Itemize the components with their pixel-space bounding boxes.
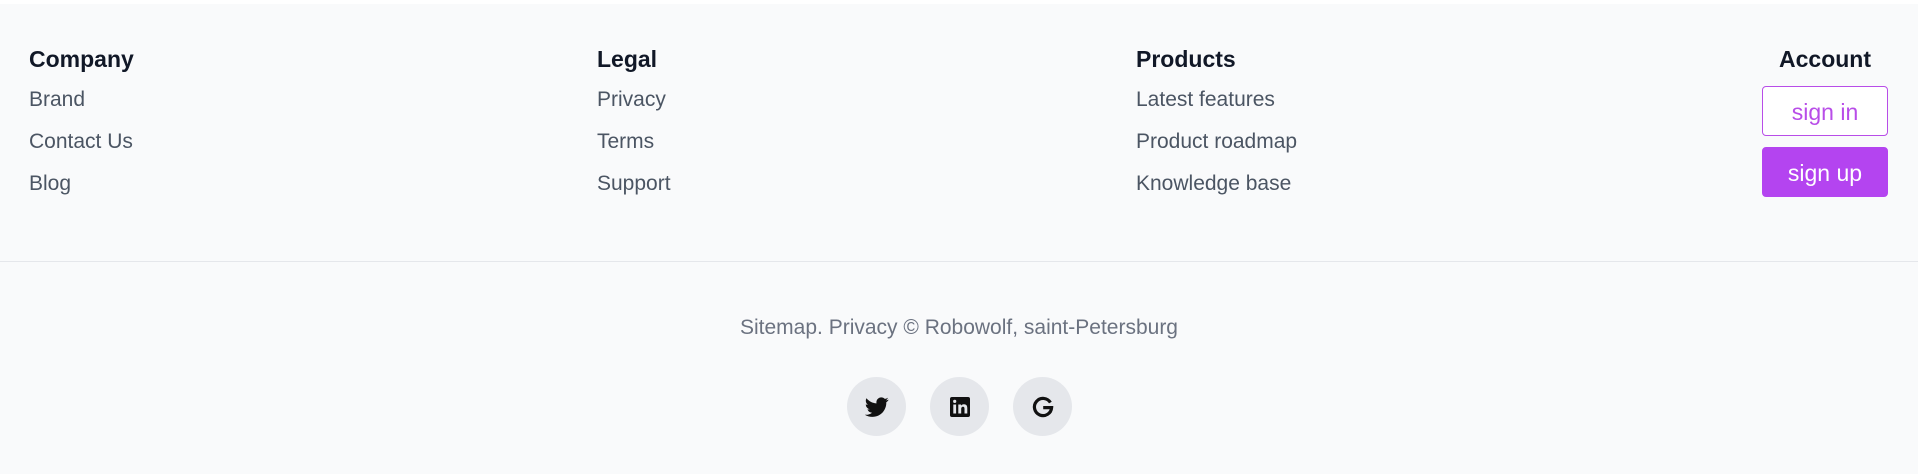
column-title: Company (29, 46, 134, 72)
linkedin-icon (949, 396, 970, 417)
link-terms[interactable]: Terms (597, 128, 671, 156)
sign-up-button[interactable]: sign up (1762, 147, 1888, 197)
column-title: Products (1136, 46, 1236, 72)
google-link[interactable] (1013, 377, 1072, 436)
site-footer: Company Brand Contact Us Blog Legal Priv… (0, 4, 1918, 474)
footer-column-account: Account sign in sign up (1762, 44, 1888, 197)
link-contact-us[interactable]: Contact Us (29, 128, 134, 156)
social-links (847, 377, 1072, 436)
link-product-roadmap[interactable]: Product roadmap (1136, 128, 1297, 156)
footer-divider (0, 261, 1918, 262)
link-knowledge-base[interactable]: Knowledge base (1136, 170, 1297, 198)
footer-column-company: Company Brand Contact Us Blog (29, 44, 134, 212)
column-title: Account (1779, 46, 1871, 72)
link-support[interactable]: Support (597, 170, 671, 198)
link-latest-features[interactable]: Latest features (1136, 86, 1297, 114)
sign-in-button[interactable]: sign in (1762, 86, 1888, 136)
link-blog[interactable]: Blog (29, 170, 134, 198)
footer-column-products: Products Latest features Product roadmap… (1136, 44, 1297, 212)
google-icon (1032, 396, 1053, 417)
twitter-link[interactable] (847, 377, 906, 436)
linkedin-link[interactable] (930, 377, 989, 436)
column-title: Legal (597, 46, 658, 72)
link-privacy[interactable]: Privacy (597, 86, 671, 114)
copyright-text: Sitemap. Privacy © Robowolf, saint-Peter… (740, 316, 1178, 339)
footer-column-legal: Legal Privacy Terms Support (597, 44, 671, 212)
link-brand[interactable]: Brand (29, 86, 134, 114)
twitter-icon (864, 396, 889, 417)
